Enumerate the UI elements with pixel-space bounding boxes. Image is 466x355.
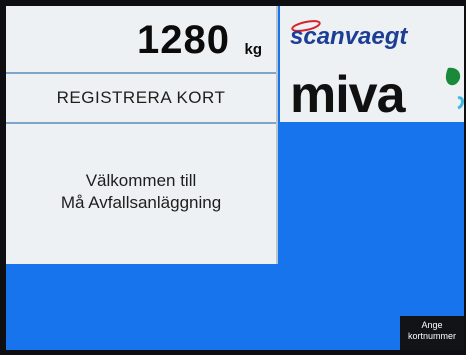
weight-unit: kg	[244, 41, 262, 58]
main-panel: 1280 kg REGISTRERA KORT Välkommen till M…	[6, 6, 278, 264]
logo-area: scanvaegt miva	[280, 6, 464, 122]
card-button-line-1: Ange	[421, 320, 443, 330]
welcome-line-2: Må Avfallsanläggning	[60, 193, 222, 212]
kiosk-screen: 1280 kg REGISTRERA KORT Välkommen till M…	[6, 6, 464, 350]
scanvaegt-logo: scanvaegt	[290, 20, 408, 50]
weight-display: 1280 kg	[6, 6, 276, 74]
miva-logo: miva	[290, 66, 464, 122]
register-card-button[interactable]: REGISTRERA KORT	[6, 74, 276, 124]
register-card-label: REGISTRERA KORT	[56, 88, 226, 107]
card-button-line-2: kortnummer	[407, 331, 456, 341]
scanvaegt-logo-text: scanvaegt	[290, 23, 408, 50]
enter-card-number-button[interactable]: Ange kortnummer	[400, 316, 464, 350]
welcome-line-1: Välkommen till	[85, 171, 197, 190]
miva-logo-text: miva	[290, 66, 407, 122]
weight-value: 1280	[137, 18, 230, 62]
leaf-icon	[445, 67, 461, 86]
welcome-message: Välkommen till Må Avfallsanläggning	[6, 170, 276, 214]
